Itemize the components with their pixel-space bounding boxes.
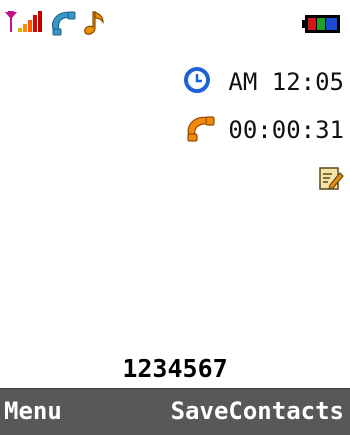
current-time: AM 12:05: [228, 68, 344, 96]
phone-handset-icon: [186, 114, 216, 146]
clock-icon: [184, 67, 211, 97]
current-time-row: AM 12:05: [184, 62, 344, 102]
dialed-number: 1234567: [122, 354, 228, 383]
menu-softkey[interactable]: Menu: [4, 397, 62, 425]
memo-edit-icon[interactable]: [318, 165, 344, 195]
call-status-icon: [50, 10, 78, 36]
status-bar: [0, 0, 350, 42]
save-contacts-softkey[interactable]: SaveContacts: [171, 397, 344, 425]
battery-icon: [302, 12, 344, 36]
call-duration-row: 00:00:31: [186, 110, 344, 150]
music-note-icon: [81, 10, 107, 38]
signal-strength-icon: [4, 10, 46, 34]
softkey-bar: Menu SaveContacts: [0, 388, 350, 435]
call-duration: 00:00:31: [228, 116, 344, 144]
memo-row: [318, 160, 344, 200]
